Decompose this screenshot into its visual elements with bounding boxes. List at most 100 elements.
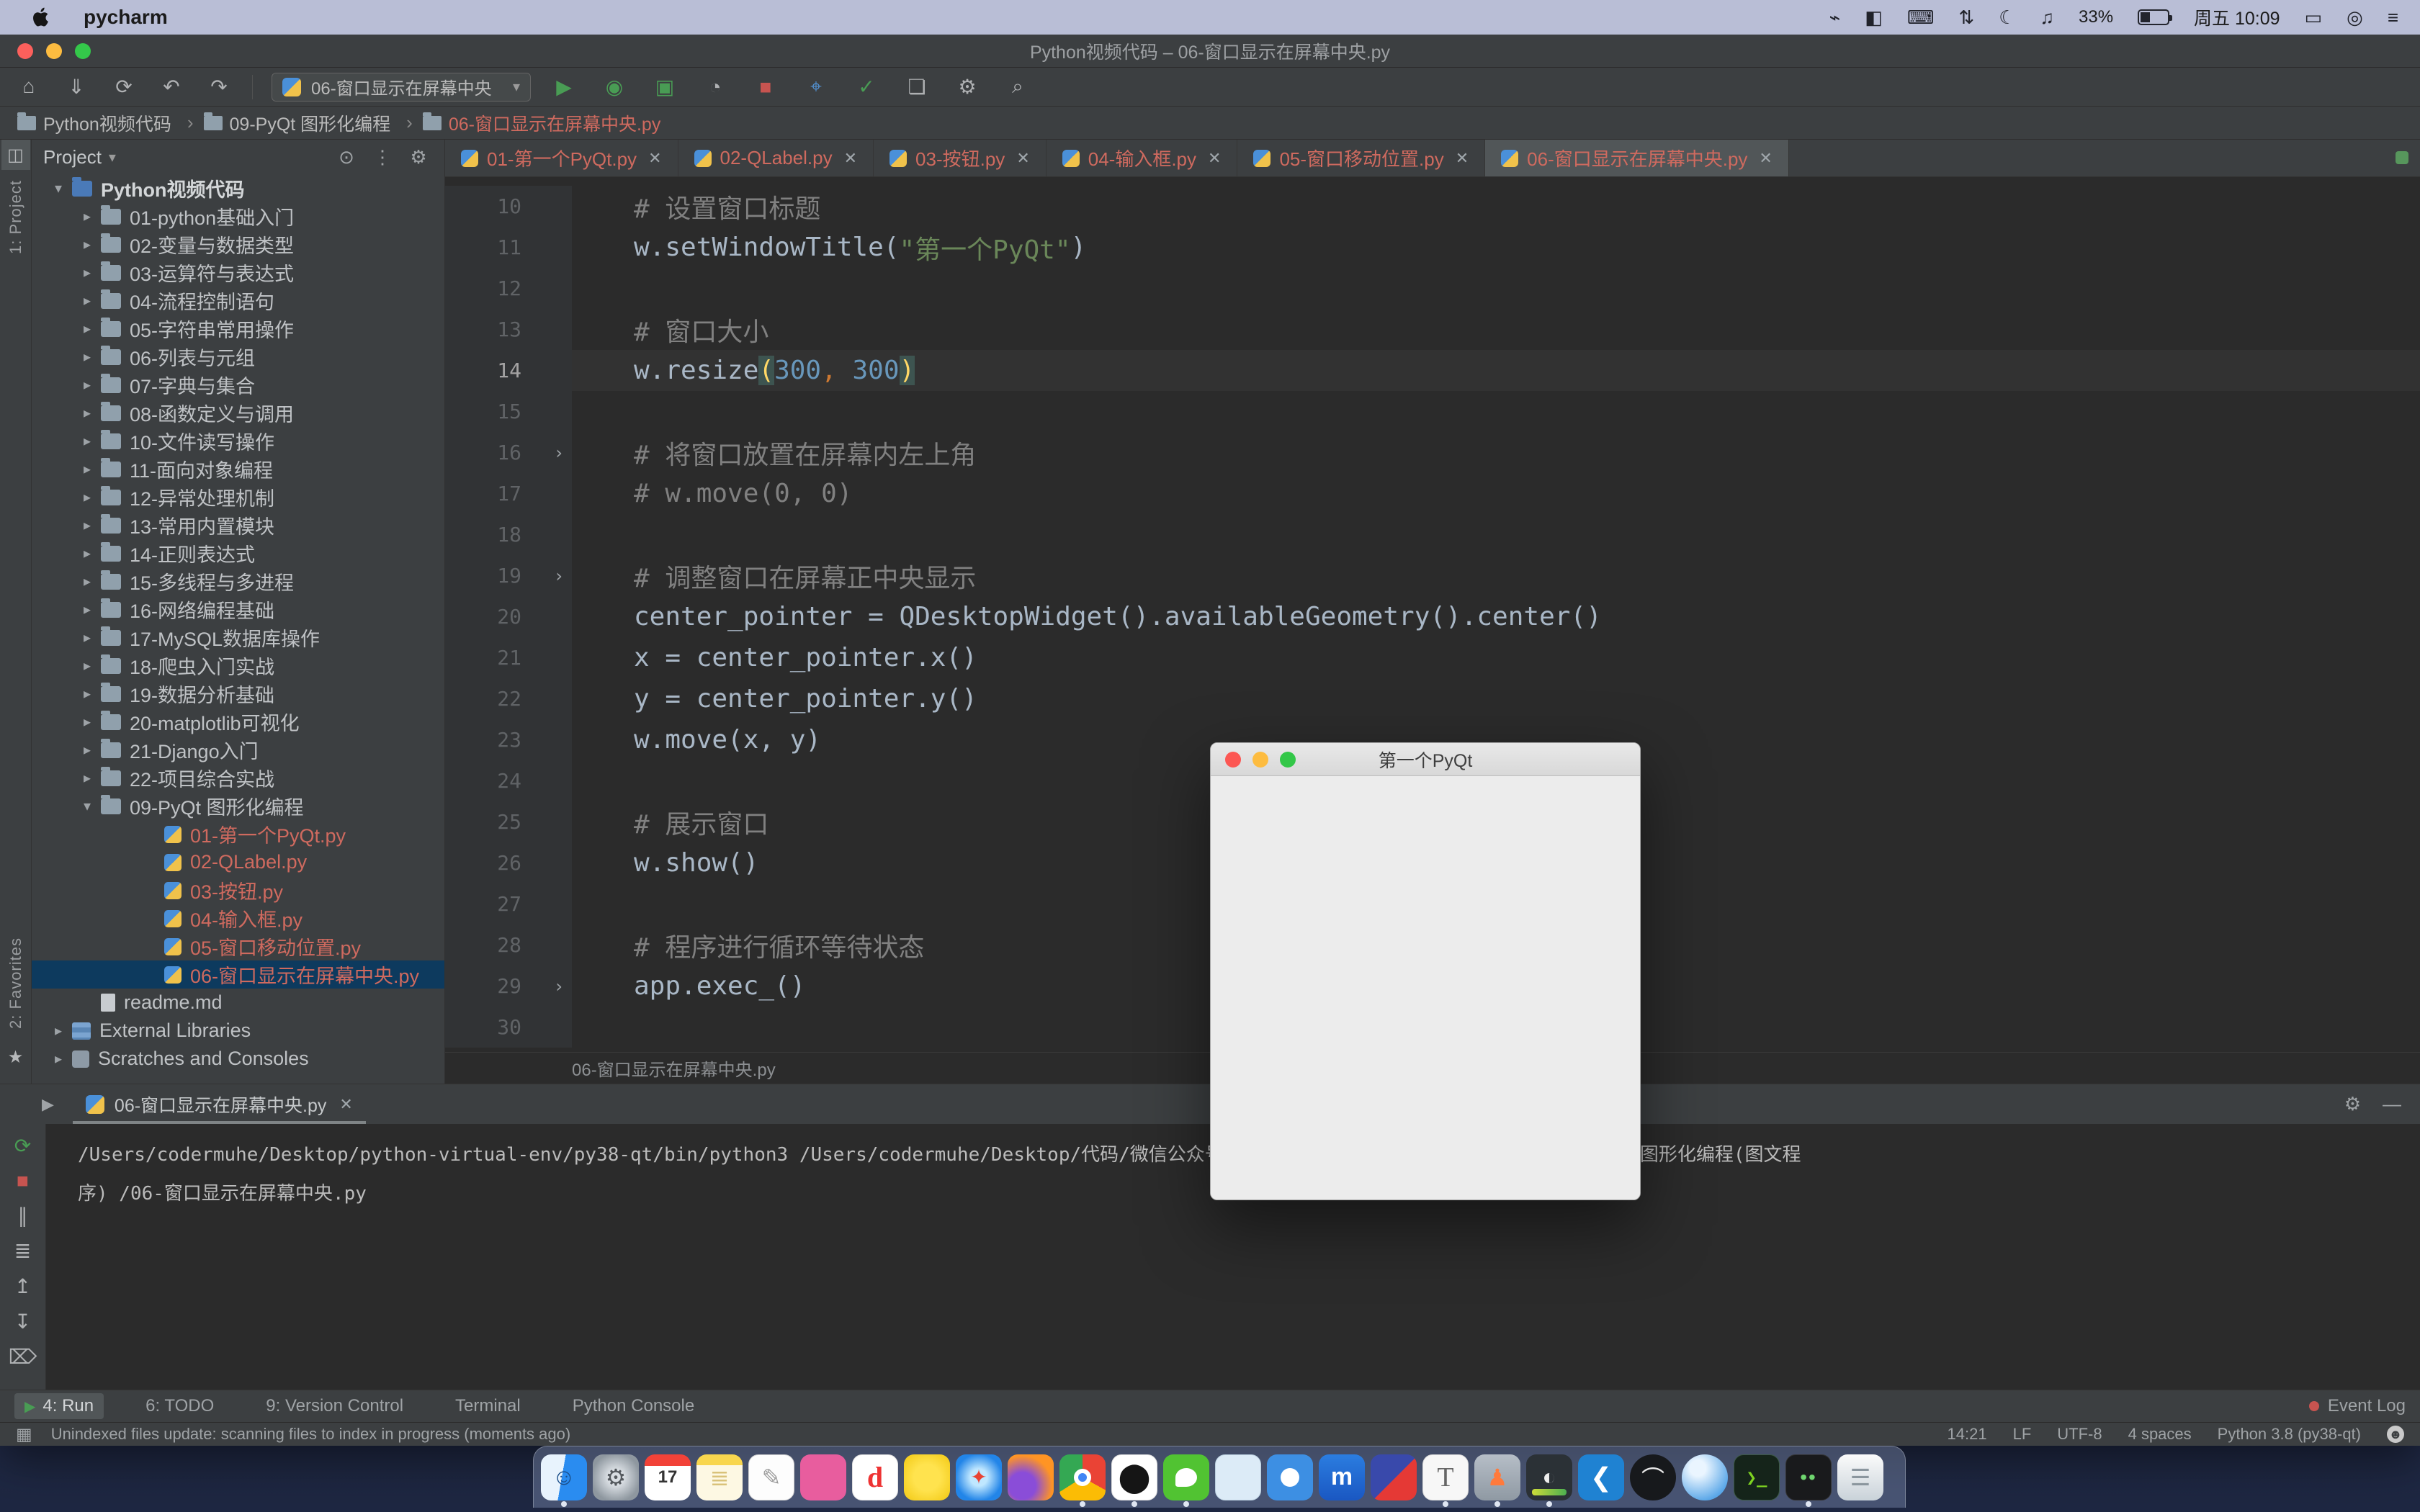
tree-item[interactable]: ▸ 08-函数定义与调用 bbox=[32, 399, 444, 427]
close-icon[interactable]: ✕ bbox=[1208, 149, 1221, 168]
fold-marker-icon[interactable] bbox=[546, 678, 572, 719]
open-icon[interactable]: ⌂ bbox=[14, 75, 43, 99]
tree-item[interactable]: ▸ 21-Django入门 bbox=[32, 736, 444, 764]
line-number[interactable]: 18 bbox=[445, 514, 546, 555]
expand-arrow-icon[interactable]: ▸ bbox=[76, 264, 98, 282]
bottom-breadcrumb-label[interactable]: 06-窗口显示在屏幕中央.py bbox=[572, 1056, 776, 1081]
breadcrumb-item[interactable]: 09-PyQt 图形化编程 bbox=[204, 110, 413, 136]
close-icon[interactable]: ✕ bbox=[1456, 149, 1469, 168]
expand-arrow-icon[interactable]: ▸ bbox=[76, 460, 98, 478]
line-number[interactable]: 29 bbox=[445, 966, 546, 1007]
tree-item[interactable]: 05-窗口移动位置.py bbox=[32, 932, 444, 960]
expand-arrow-icon[interactable]: ▸ bbox=[76, 600, 98, 618]
vscode[interactable]: ❮ bbox=[1578, 1454, 1624, 1500]
dash-docs[interactable]: d bbox=[852, 1454, 898, 1500]
xianyu[interactable] bbox=[904, 1454, 950, 1500]
editor-tab[interactable]: 05-窗口移动位置.py ✕ bbox=[1237, 140, 1485, 176]
trash[interactable]: ☰ bbox=[1837, 1454, 1883, 1500]
tree-item[interactable]: ▸ 07-字典与集合 bbox=[32, 371, 444, 399]
tree-item[interactable]: ▸ 10-文件读写操作 bbox=[32, 427, 444, 455]
tree-item[interactable]: ▸ 19-数据分析基础 bbox=[32, 680, 444, 708]
tree-item[interactable]: ▸ 17-MySQL数据库操作 bbox=[32, 624, 444, 652]
minimize-window-button[interactable] bbox=[46, 43, 62, 59]
tree-item[interactable]: ▸ 14-正则表达式 bbox=[32, 539, 444, 567]
line-separator[interactable]: LF bbox=[2013, 1425, 2032, 1444]
tree-item[interactable]: ▸ 12-异常处理机制 bbox=[32, 483, 444, 511]
expand-arrow-icon[interactable]: ▸ bbox=[76, 348, 98, 366]
line-number[interactable]: 24 bbox=[445, 760, 546, 801]
tree-item[interactable]: ▸ 22-项目综合实战 bbox=[32, 764, 444, 792]
fold-marker-icon[interactable] bbox=[546, 309, 572, 350]
siri-icon[interactable]: ◎ bbox=[2347, 6, 2363, 29]
fold-marker-icon[interactable] bbox=[546, 350, 572, 391]
line-number[interactable]: 20 bbox=[445, 596, 546, 637]
project-panel-title[interactable]: Project bbox=[43, 146, 102, 168]
expand-arrow-icon[interactable]: ▾ bbox=[76, 797, 98, 815]
line-number[interactable]: 28 bbox=[445, 924, 546, 966]
expand-arrow-icon[interactable]: ▸ bbox=[76, 572, 98, 590]
tree-item[interactable]: ▸ 03-运算符与表达式 bbox=[32, 258, 444, 287]
expand-arrow-icon[interactable]: ▸ bbox=[76, 320, 98, 338]
locate-file-icon[interactable]: ⊙ bbox=[332, 146, 361, 168]
event-log-button[interactable]: Event Log bbox=[2309, 1396, 2406, 1416]
breadcrumb-item[interactable]: 06-窗口显示在屏幕中央.py bbox=[423, 110, 660, 136]
tree-item[interactable]: ▸ External Libraries bbox=[32, 1017, 444, 1045]
tool-window-button[interactable]: Python Console bbox=[563, 1393, 704, 1419]
line-number[interactable]: 19 bbox=[445, 555, 546, 596]
iterm[interactable]: •• bbox=[1785, 1454, 1832, 1500]
line-number[interactable]: 14 bbox=[445, 350, 546, 391]
apple-menu-icon[interactable] bbox=[30, 6, 55, 28]
line-number[interactable]: 11 bbox=[445, 227, 546, 268]
expand-arrow-icon[interactable]: ▸ bbox=[76, 741, 98, 759]
tree-item[interactable]: ▸ Scratches and Consoles bbox=[32, 1045, 444, 1073]
project-tool-label[interactable]: 1: Project bbox=[6, 180, 25, 254]
expand-arrow-icon[interactable]: ▸ bbox=[48, 1050, 69, 1068]
fold-marker-icon[interactable] bbox=[546, 227, 572, 268]
run-with-coverage-icon[interactable]: ▣ bbox=[650, 75, 679, 99]
fold-marker-icon[interactable] bbox=[546, 391, 572, 432]
finder[interactable]: ☺ bbox=[541, 1454, 587, 1500]
tree-item[interactable]: ▸ 11-面向对象编程 bbox=[32, 455, 444, 483]
favorites-star-icon[interactable]: ★ bbox=[1, 1042, 30, 1072]
line-number[interactable]: 17 bbox=[445, 473, 546, 514]
tree-item[interactable]: ▾ 09-PyQt 图形化编程 bbox=[32, 792, 444, 820]
line-number[interactable]: 27 bbox=[445, 883, 546, 924]
tree-item[interactable]: ▸ 06-列表与元组 bbox=[32, 343, 444, 371]
tree-item[interactable]: ▸ 16-网络编程基础 bbox=[32, 595, 444, 624]
fold-marker-icon[interactable] bbox=[546, 637, 572, 678]
indent-style[interactable]: 4 spaces bbox=[2128, 1425, 2192, 1444]
tree-item[interactable]: ▸ 02-变量与数据类型 bbox=[32, 230, 444, 258]
tree-item[interactable]: ▸ 18-爬虫入门实战 bbox=[32, 652, 444, 680]
tree-item[interactable]: 03-按钮.py bbox=[32, 876, 444, 904]
tree-item[interactable]: 06-窗口显示在屏幕中央.py bbox=[32, 960, 444, 989]
status-message[interactable]: Unindexed files update: scanning files t… bbox=[51, 1425, 571, 1444]
expand-arrow-icon[interactable]: ▸ bbox=[76, 516, 98, 534]
tree-item[interactable]: ▸ 20-matplotlib可视化 bbox=[32, 708, 444, 736]
fold-marker-icon[interactable] bbox=[546, 186, 572, 227]
dash-sphere[interactable] bbox=[1682, 1454, 1728, 1500]
settings-gear-icon[interactable]: ⚙ bbox=[404, 146, 433, 168]
zoom-window-button[interactable] bbox=[75, 43, 91, 59]
close-window-button[interactable] bbox=[1225, 752, 1241, 768]
fold-marker-icon[interactable] bbox=[546, 883, 572, 924]
settings-gear-icon[interactable]: ⚙ bbox=[2344, 1093, 2361, 1115]
run-configuration-select[interactable]: 06-窗口显示在屏幕中央 ▾ bbox=[272, 73, 531, 102]
expand-arrow-icon[interactable]: ▸ bbox=[76, 629, 98, 647]
rerun-icon[interactable]: ⟳ bbox=[14, 1134, 31, 1158]
fold-marker-icon[interactable] bbox=[546, 268, 572, 309]
expand-arrow-icon[interactable]: ▸ bbox=[76, 235, 98, 253]
blue-circle-app[interactable] bbox=[1267, 1454, 1313, 1500]
sync-icon[interactable]: ⇅ bbox=[1958, 6, 1974, 29]
tree-item[interactable]: readme.md bbox=[32, 989, 444, 1017]
save-all-icon[interactable]: ⇓ bbox=[62, 75, 91, 99]
xmind[interactable]: ◐ bbox=[1526, 1454, 1572, 1500]
pause-output-icon[interactable]: ∥ bbox=[18, 1204, 28, 1228]
hide-panel-icon[interactable]: — bbox=[2383, 1093, 2401, 1115]
alfred[interactable]: ⌒ bbox=[1630, 1454, 1676, 1500]
system-preferences[interactable]: ⚙ bbox=[593, 1454, 639, 1500]
chrome[interactable] bbox=[1059, 1454, 1106, 1500]
magsafe-icon[interactable]: ⌁ bbox=[1829, 6, 1841, 29]
fold-marker-icon[interactable] bbox=[546, 924, 572, 966]
scroll-down-icon[interactable]: ↧ bbox=[14, 1310, 31, 1333]
line-number[interactable]: 22 bbox=[445, 678, 546, 719]
